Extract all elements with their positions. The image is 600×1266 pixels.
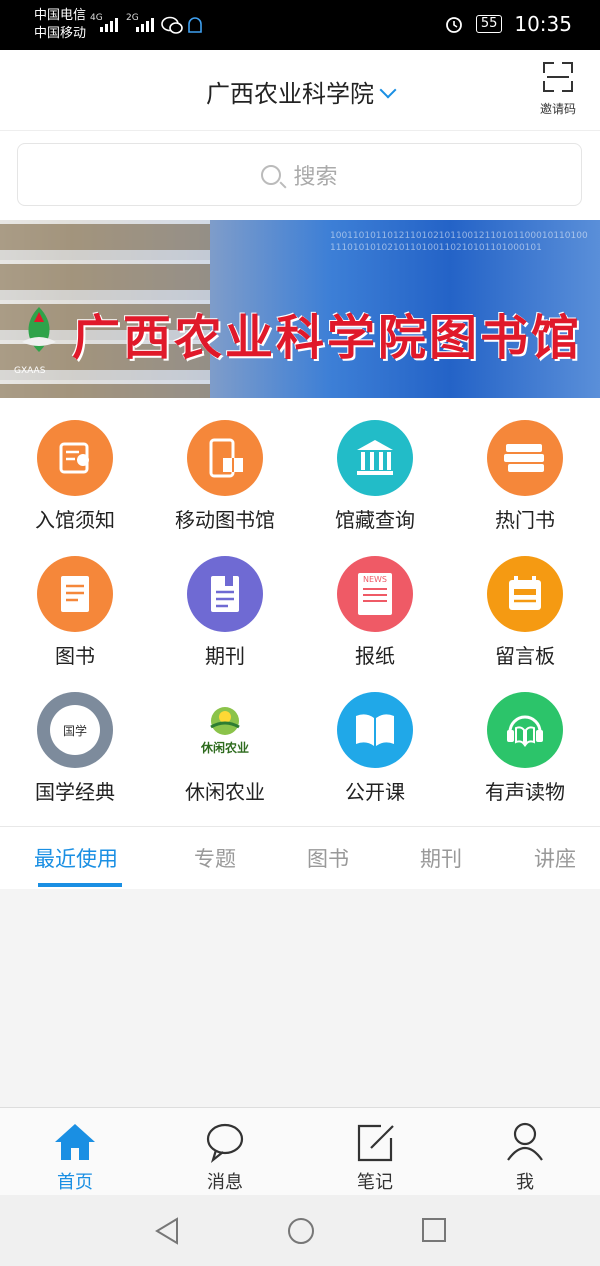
back-icon[interactable] xyxy=(153,1217,181,1245)
banner-image[interactable]: 1001101011012110102101100121101011000101… xyxy=(0,220,600,398)
nav-messages-label: 消息 xyxy=(207,1172,243,1193)
chevron-down-icon xyxy=(379,81,397,99)
carrier-1: 中国电信 xyxy=(34,8,87,23)
newspaper-icon: NEWS xyxy=(337,556,413,632)
institution-selector[interactable]: 广西农业科学院 xyxy=(0,74,600,109)
system-nav-bar xyxy=(0,1195,600,1266)
grid-item-classics[interactable]: 国学 国学经典 xyxy=(0,692,150,805)
library-building-icon xyxy=(337,420,413,496)
invite-code-button[interactable]: 邀请码 xyxy=(534,62,582,117)
status-right: 55 10:35 xyxy=(444,12,572,36)
page-title: 广西农业科学院 xyxy=(206,80,374,108)
recents-icon[interactable] xyxy=(421,1217,449,1245)
journal-icon xyxy=(187,556,263,632)
gxaas-logo-icon xyxy=(22,307,56,352)
note-icon xyxy=(357,1124,394,1162)
signal-icon xyxy=(100,14,118,32)
audio-book-icon xyxy=(487,692,563,768)
wechat-notification-icon xyxy=(161,16,202,34)
carrier-info: 中国电信 中国移动 xyxy=(34,7,86,43)
tab-journals[interactable]: 期刊 xyxy=(420,843,462,873)
active-tab-indicator xyxy=(38,883,122,887)
nav-messages[interactable]: 消息 xyxy=(175,1120,275,1194)
content-area xyxy=(0,889,600,1107)
message-icon xyxy=(206,1123,244,1164)
status-bar: 中国电信 中国移动 4G 2G 55 10:35 xyxy=(0,0,600,50)
person-icon xyxy=(507,1122,543,1161)
home-circle-icon[interactable] xyxy=(286,1216,316,1246)
news-text: NEWS xyxy=(362,575,388,584)
book-icon xyxy=(37,556,113,632)
leisure-text: 休闲农业 xyxy=(200,740,249,755)
signal-icon-2 xyxy=(136,14,154,32)
invite-code-label: 邀请码 xyxy=(539,102,576,116)
grid-item-audio-books[interactable]: 有声读物 xyxy=(450,692,600,805)
grid-item-label: 期刊 xyxy=(205,644,245,668)
grid-item-journals[interactable]: 期刊 xyxy=(150,556,300,669)
battery-indicator: 55 xyxy=(475,15,503,33)
grid-item-label: 移动图书馆 xyxy=(175,508,275,532)
carrier-2: 中国移动 xyxy=(34,26,87,41)
search-icon xyxy=(261,164,282,185)
scan-icon xyxy=(543,62,573,92)
leisure-agriculture-icon: 休闲农业 xyxy=(187,692,263,768)
nav-me-label: 我 xyxy=(516,1172,534,1193)
grid-item-label: 有声读物 xyxy=(485,780,565,804)
grid-item-collection-search[interactable]: 馆藏查询 xyxy=(300,420,450,533)
nav-home[interactable]: 首页 xyxy=(25,1120,125,1194)
grid-item-label: 国学经典 xyxy=(35,780,115,804)
category-tabs: 最近使用 专题 图书 期刊 讲座 xyxy=(0,826,600,890)
grid-item-label: 留言板 xyxy=(495,644,555,668)
scroll-icon xyxy=(37,420,113,496)
nav-me[interactable]: 我 xyxy=(475,1120,575,1194)
grid-item-label: 休闲农业 xyxy=(185,780,265,804)
phone-book-icon xyxy=(187,420,263,496)
tab-books[interactable]: 图书 xyxy=(307,843,349,873)
nav-notes[interactable]: 笔记 xyxy=(325,1120,425,1194)
grid-item-newspapers[interactable]: NEWS 报纸 xyxy=(300,556,450,669)
alarm-icon xyxy=(445,17,462,33)
search-placeholder: 搜索 xyxy=(293,164,338,190)
tab-topics[interactable]: 专题 xyxy=(194,843,236,873)
grid-item-label: 图书 xyxy=(55,644,95,668)
grid-item-label: 公开课 xyxy=(345,780,405,804)
tab-recent[interactable]: 最近使用 xyxy=(34,843,118,873)
grid-item-leisure-agriculture[interactable]: 休闲农业 休闲农业 xyxy=(150,692,300,805)
grid-item-label: 报纸 xyxy=(355,644,395,668)
grid-item-entry-notice[interactable]: 入馆须知 xyxy=(0,420,150,533)
home-icon xyxy=(55,1124,95,1160)
grid-item-label: 热门书 xyxy=(495,508,555,532)
grid-item-message-board[interactable]: 留言板 xyxy=(450,556,600,669)
search-input[interactable]: 搜索 xyxy=(17,143,582,206)
book-stack-icon xyxy=(487,420,563,496)
bottom-nav: 首页 消息 笔记 我 xyxy=(0,1107,600,1196)
clock: 10:35 xyxy=(514,12,572,36)
grid-item-label: 馆藏查询 xyxy=(335,508,415,532)
guoxue-text: 国学 xyxy=(50,705,100,755)
grid-item-open-course[interactable]: 公开课 xyxy=(300,692,450,805)
banner-title: 广西农业科学院图书馆 xyxy=(72,310,583,366)
calendar-board-icon xyxy=(487,556,563,632)
grid-item-popular-books[interactable]: 热门书 xyxy=(450,420,600,533)
logo-text: GXAAS xyxy=(14,366,46,376)
tab-lectures[interactable]: 讲座 xyxy=(534,843,576,873)
grid-item-label: 入馆须知 xyxy=(35,508,115,532)
grid-item-mobile-library[interactable]: 移动图书馆 xyxy=(150,420,300,533)
nav-notes-label: 笔记 xyxy=(357,1172,393,1193)
binary-pattern: 1001101011012110102101100121101011000101… xyxy=(330,231,588,253)
nav-home-label: 首页 xyxy=(57,1172,93,1193)
open-book-icon xyxy=(337,692,413,768)
classics-icon: 国学 xyxy=(37,692,113,768)
app-header: 广西农业科学院 邀请码 xyxy=(0,50,600,131)
grid-item-books[interactable]: 图书 xyxy=(0,556,150,669)
